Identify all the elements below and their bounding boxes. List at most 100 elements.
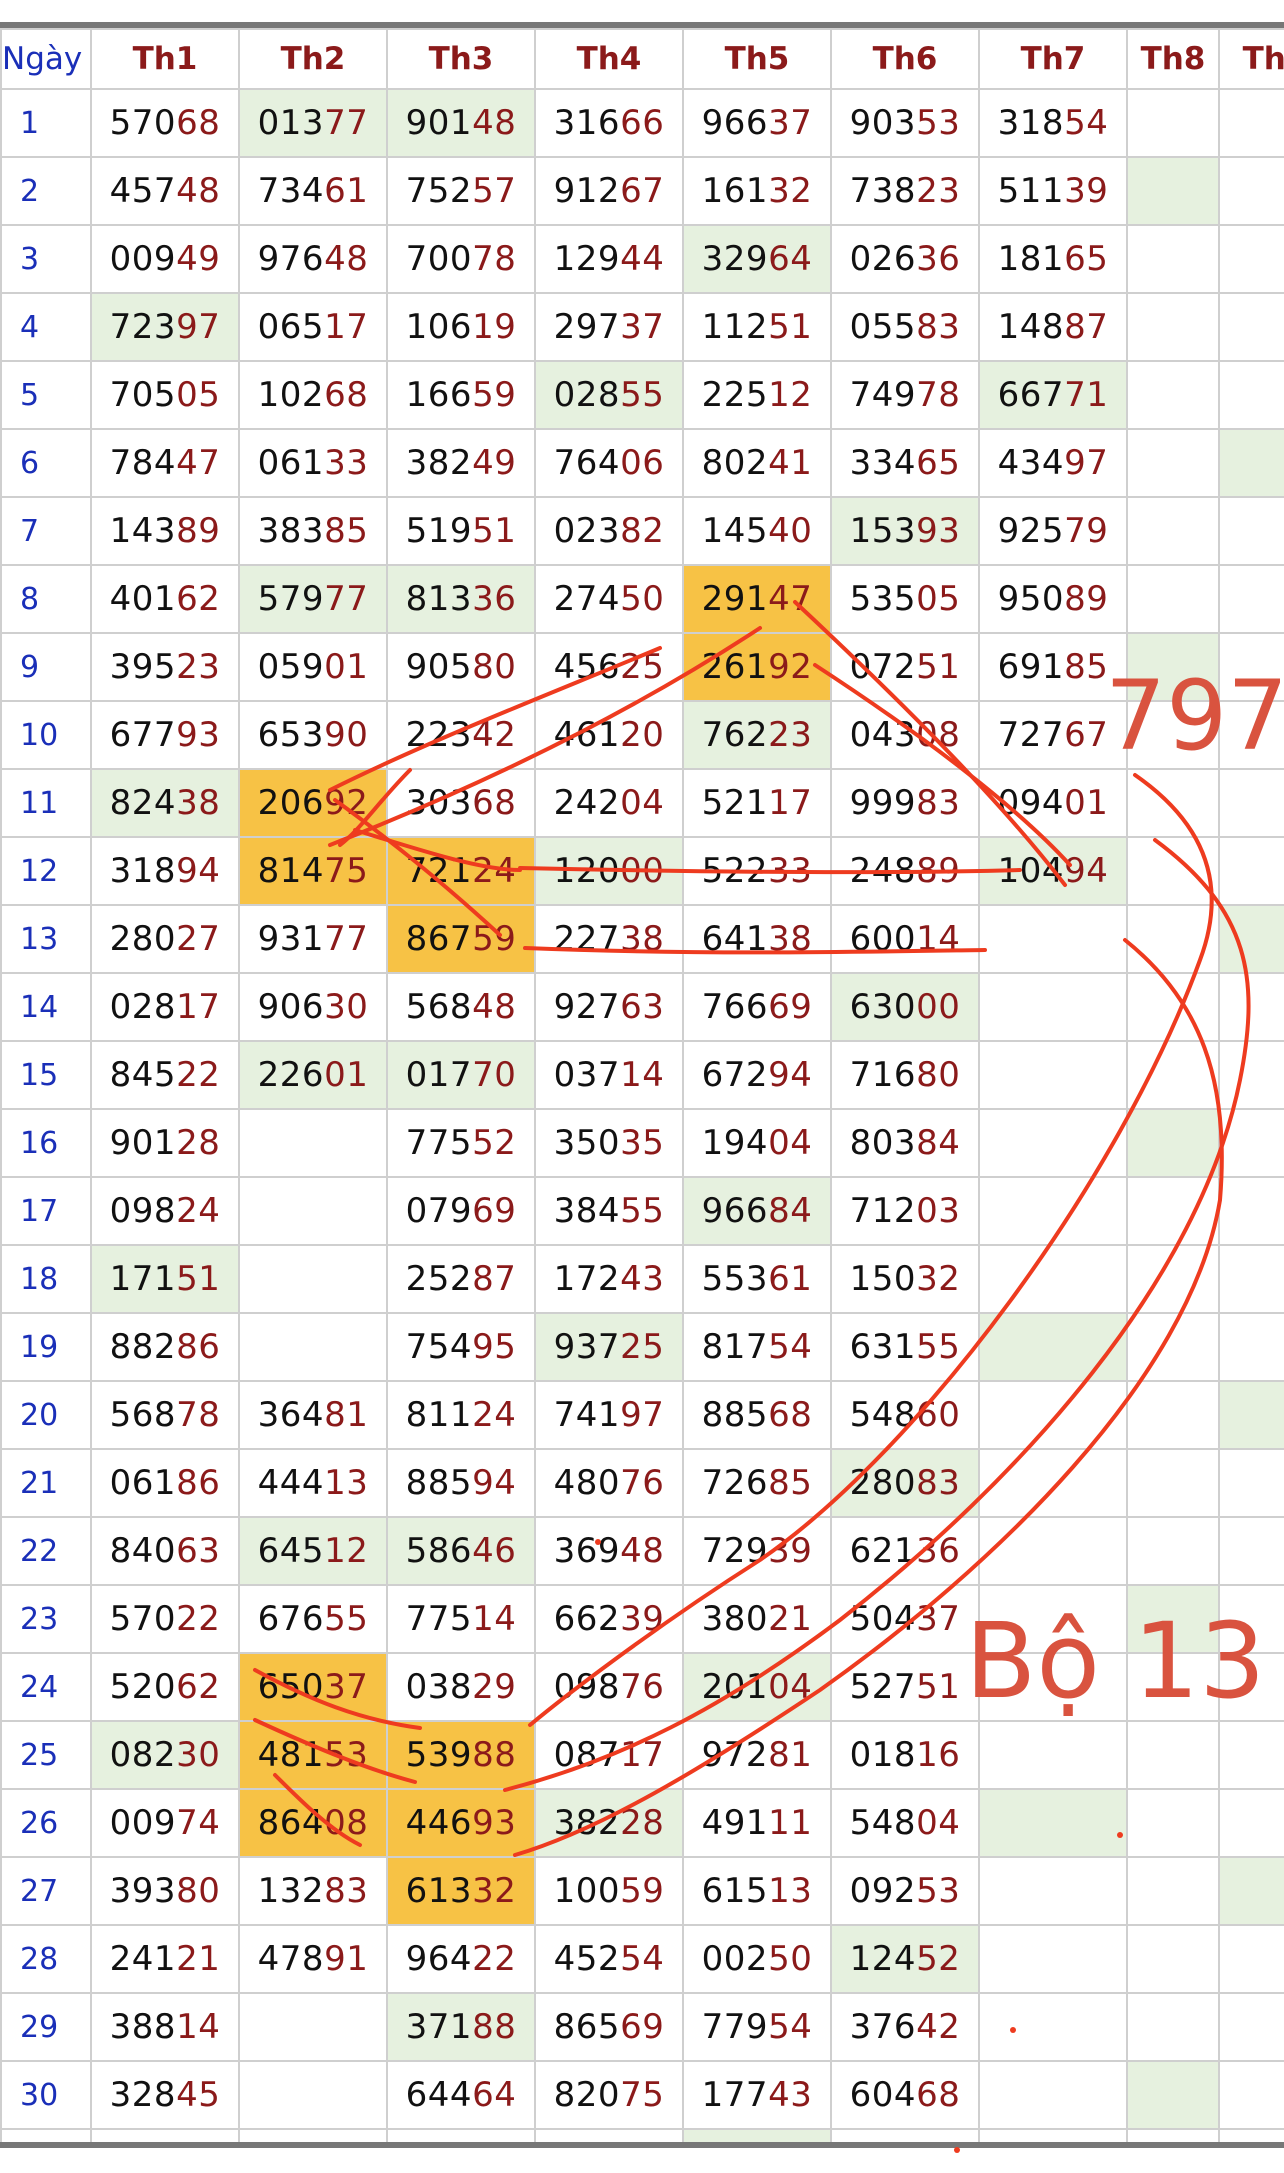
result-cell: 38385 [238, 496, 388, 566]
result-prefix: 966 [701, 1191, 769, 1231]
table-row: 22 84063 64512 58646 36948 72939 62136 [0, 1516, 1284, 1586]
result-last-two-digits: 80 [472, 647, 517, 687]
result-prefix: 328 [109, 2075, 177, 2115]
result-cell [1218, 496, 1284, 566]
result-cell: 74197 [534, 1380, 684, 1450]
header-row: Ngày Th1Th2Th3Th4Th5Th6Th7Th8Th9 [0, 28, 1284, 90]
result-cell [238, 2060, 388, 2130]
result-prefix: 901 [109, 1123, 177, 1163]
result-prefix: 098 [553, 1667, 621, 1707]
result-prefix: 124 [849, 1939, 917, 1979]
result-cell: 24204 [534, 768, 684, 838]
result-prefix: 520 [109, 1667, 177, 1707]
result-cell: 14887 [978, 292, 1128, 362]
result-last-two-digits: 51 [472, 511, 517, 551]
day-number: 13 [0, 904, 92, 974]
result-last-two-digits: 04 [620, 783, 665, 823]
result-prefix: 885 [701, 1395, 769, 1435]
table-body: 1 57068 01377 90148 31666 96637 90353 31854 2 457… [0, 88, 1284, 2142]
day-number: 11 [0, 768, 92, 838]
result-last-two-digits: 32 [472, 1871, 517, 1911]
result-cell: 77552 [386, 1108, 536, 1178]
result-prefix: 166 [405, 375, 473, 415]
result-prefix: 931 [257, 919, 325, 959]
day-number: 12 [0, 836, 92, 906]
annotation-label-797: 797 [1105, 660, 1284, 772]
day-number: 9 [0, 632, 92, 702]
result-last-two-digits: 28 [176, 1123, 221, 1163]
result-cell: 00949 [90, 224, 240, 294]
result-cell [1218, 1856, 1284, 1926]
result-prefix: 716 [849, 1055, 917, 1095]
result-last-two-digits: 40 [768, 511, 813, 551]
result-cell [1218, 1516, 1284, 1586]
result-cell: 88286 [90, 1312, 240, 1382]
result-cell: 38814 [90, 1992, 240, 2062]
result-prefix: 013 [257, 103, 325, 143]
result-cell: 43497 [978, 428, 1128, 498]
result-cell: 09876 [534, 1652, 684, 1722]
result-last-two-digits: 86 [176, 1463, 221, 1503]
result-cell: 96637 [682, 88, 832, 158]
result-cell: 76406 [534, 428, 684, 498]
result-last-two-digits: 48 [324, 239, 369, 279]
day-number: 2 [0, 156, 92, 226]
result-last-two-digits: 55 [916, 1327, 961, 1367]
result-prefix: 261 [701, 647, 769, 687]
result-cell: 02382 [534, 496, 684, 566]
result-last-two-digits: 64 [472, 2075, 517, 2115]
result-cell [1218, 1992, 1284, 2062]
result-prefix: 976 [257, 239, 325, 279]
result-cell: 99983 [830, 768, 980, 838]
result-cell: 82075 [534, 2060, 684, 2130]
result-cell [1126, 88, 1220, 158]
result-prefix: 521 [701, 783, 769, 823]
result-last-two-digits: 44 [620, 239, 665, 279]
result-last-two-digits: 68 [176, 103, 221, 143]
column-header-th6: Th6 [830, 28, 980, 90]
result-last-two-digits: 23 [176, 647, 221, 687]
result-last-two-digits: 42 [916, 2007, 961, 2047]
result-last-two-digits: 71 [1064, 375, 1109, 415]
result-cell [1126, 2128, 1220, 2142]
result-prefix: 092 [849, 1871, 917, 1911]
result-last-two-digits: 83 [916, 783, 961, 823]
result-prefix: 700 [405, 239, 473, 279]
result-last-two-digits: 36 [916, 239, 961, 279]
result-cell [1126, 496, 1220, 566]
result-last-two-digits: 69 [768, 987, 813, 1027]
result-cell [238, 2128, 388, 2142]
result-cell: 56878 [90, 1380, 240, 1450]
result-cell: 57977 [238, 564, 388, 634]
result-last-two-digits: 30 [324, 987, 369, 1027]
result-prefix: 901 [405, 103, 473, 143]
result-prefix: 129 [553, 239, 621, 279]
result-last-two-digits: 80 [916, 1055, 961, 1095]
result-cell [1126, 156, 1220, 226]
result-cell: 03829 [386, 1652, 536, 1722]
result-prefix: 364 [257, 1395, 325, 1435]
result-prefix: 194 [701, 1123, 769, 1163]
result-last-two-digits: 13 [768, 1871, 813, 1911]
result-prefix: 723 [109, 307, 177, 347]
day-number: 4 [0, 292, 92, 362]
result-prefix: 132 [257, 1871, 325, 1911]
result-cell: 45254 [534, 1924, 684, 1994]
result-cell: 32964 [682, 224, 832, 294]
result-last-two-digits: 70 [472, 1055, 517, 1095]
result-cell [1218, 224, 1284, 294]
result-last-two-digits: 12 [324, 1531, 369, 1571]
result-last-two-digits: 11 [768, 1803, 813, 1843]
table-row: 6 78447 06133 38249 76406 80241 33465 43497 [0, 428, 1284, 498]
result-prefix: 061 [257, 443, 325, 483]
result-prefix: 630 [849, 987, 917, 1027]
result-prefix: 376 [849, 2007, 917, 2047]
table-row: 2 45748 73461 75257 91267 16132 73823 51139 [0, 156, 1284, 226]
result-cell: 63155 [830, 1312, 980, 1382]
result-last-two-digits: 81 [768, 1735, 813, 1775]
result-cell: 02855 [534, 360, 684, 430]
result-prefix: 726 [701, 1463, 769, 1503]
result-last-two-digits: 45 [176, 2075, 221, 2115]
result-prefix: 754 [405, 1327, 473, 1367]
result-prefix: 999 [849, 783, 917, 823]
